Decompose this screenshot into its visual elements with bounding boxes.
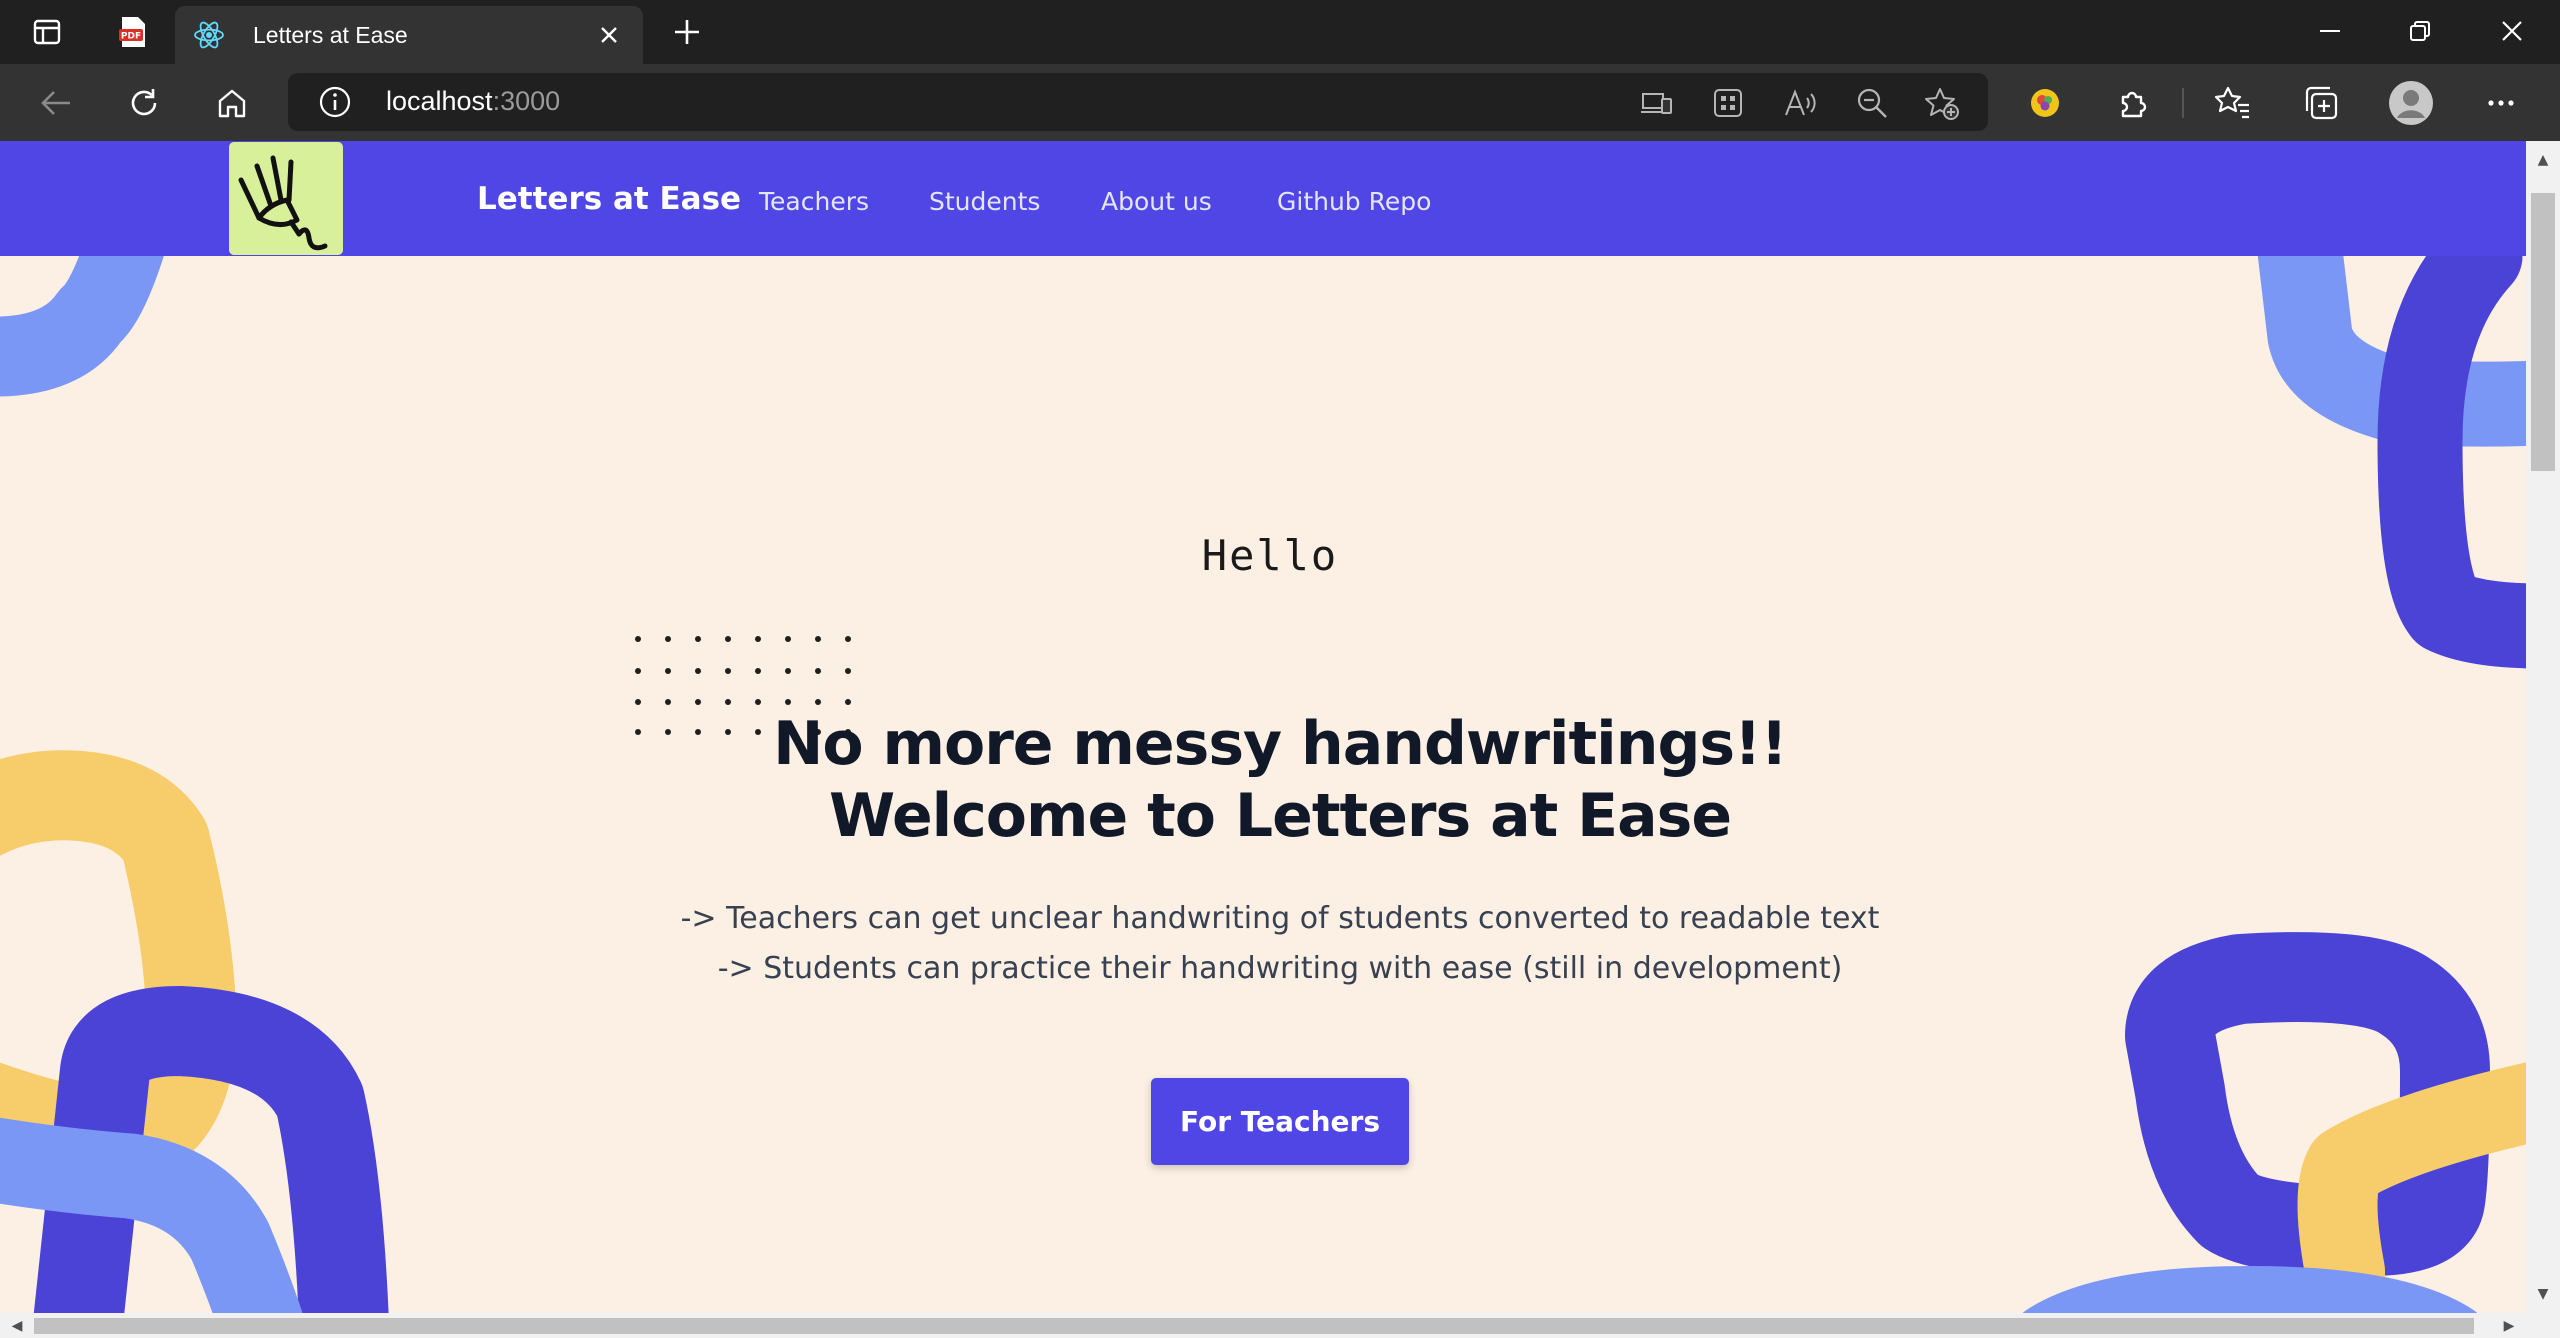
scroll-up-arrow[interactable]: ▲	[2528, 147, 2558, 172]
vertical-scroll-thumb[interactable]	[2531, 193, 2555, 471]
hero-headline: No more messy handwritings!! Welcome to …	[660, 708, 1900, 852]
read-aloud-icon[interactable]	[1780, 83, 1820, 123]
tab-actions-icon[interactable]	[24, 12, 70, 52]
hero-point-students: -> Students can practice their handwriti…	[717, 951, 1843, 986]
site-logo[interactable]	[229, 142, 343, 255]
extensions-icon[interactable]	[2110, 80, 2156, 126]
react-icon	[189, 15, 229, 55]
refresh-icon[interactable]	[121, 80, 167, 126]
window-close-icon[interactable]	[2467, 0, 2557, 62]
hero-headline-line2: Welcome to Letters at Ease	[828, 781, 1732, 851]
close-icon[interactable]	[589, 15, 629, 55]
info-icon[interactable]	[318, 85, 352, 119]
favorites-icon[interactable]	[2210, 80, 2256, 126]
toolbar-divider	[2182, 88, 2184, 118]
hero-greeting: Hello	[1201, 531, 1339, 580]
scroll-down-arrow[interactable]: ▼	[2528, 1281, 2558, 1306]
nav-link-teachers[interactable]: Teachers	[759, 187, 869, 216]
apps-icon[interactable]	[1708, 83, 1748, 123]
zoom-out-icon[interactable]	[1852, 83, 1892, 123]
nav-link-github-repo[interactable]: Github Repo	[1277, 187, 1431, 216]
pdf-icon[interactable]: PDF	[110, 12, 156, 52]
active-tab[interactable]: Letters at Ease	[175, 6, 643, 64]
minimize-icon[interactable]	[2285, 0, 2375, 62]
tab-title: Letters at Ease	[253, 21, 408, 48]
profile-icon[interactable]	[2388, 80, 2434, 126]
hero-description: -> Teachers can get unclear handwriting …	[660, 894, 1900, 994]
new-tab-icon[interactable]	[664, 12, 710, 52]
url-port: :3000	[492, 86, 561, 116]
tab-strip: PDF Letters at Ease	[0, 0, 2560, 64]
url-host: localhost	[386, 86, 493, 116]
extension-badge-icon[interactable]	[2022, 80, 2068, 126]
add-favorite-icon[interactable]	[1922, 83, 1962, 123]
restore-icon[interactable]	[2375, 0, 2465, 62]
nav-link-about-us[interactable]: About us	[1101, 187, 1212, 216]
page-viewport: Letters at Ease Teachers Students About …	[0, 141, 2526, 1313]
site-brand[interactable]: Letters at Ease	[477, 181, 741, 217]
horizontal-scroll-thumb[interactable]	[34, 1318, 2474, 1334]
nav-link-students[interactable]: Students	[929, 187, 1040, 216]
pen-hand-logo-icon	[238, 155, 328, 251]
horizontal-scrollbar[interactable]: ◀ ▶	[0, 1313, 2560, 1338]
scroll-left-arrow[interactable]: ◀	[2, 1313, 32, 1338]
vertical-scrollbar[interactable]: ▲ ▼	[2526, 141, 2560, 1313]
url-text[interactable]: localhost:3000	[386, 86, 560, 117]
hero-point-teachers: -> Teachers can get unclear handwriting …	[680, 901, 1880, 936]
app-available-icon[interactable]	[1636, 83, 1676, 123]
svg-text:PDF: PDF	[121, 32, 141, 42]
address-bar[interactable]: localhost:3000	[288, 73, 1988, 131]
back-icon[interactable]	[33, 80, 79, 126]
browser-toolbar: localhost:3000	[0, 64, 2560, 141]
home-icon[interactable]	[209, 80, 255, 126]
scroll-right-arrow[interactable]: ▶	[2494, 1313, 2524, 1338]
for-teachers-button[interactable]: For Teachers	[1151, 1078, 1409, 1165]
more-icon[interactable]	[2478, 80, 2524, 126]
site-navbar: Letters at Ease Teachers Students About …	[0, 141, 2526, 256]
collections-icon[interactable]	[2298, 80, 2344, 126]
hero-headline-line1: No more messy handwritings!!	[773, 709, 1788, 779]
